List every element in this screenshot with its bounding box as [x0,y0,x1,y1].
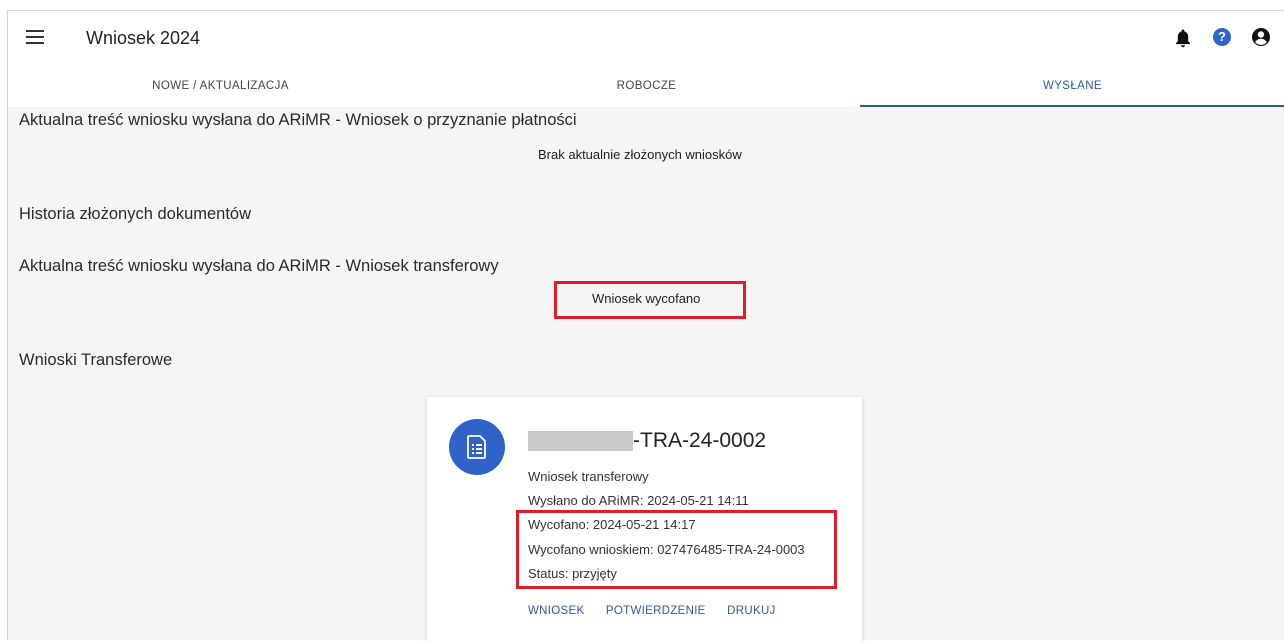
application-type: Wniosek transferowy [528,469,649,484]
application-card: -TRA-24-0002 Wniosek transferowy Wysłano… [427,397,862,642]
help-icon[interactable]: ? [1213,28,1231,46]
status-text: Status: przyjęty [528,566,617,581]
withdrawn-date: Wycofano: 2024-05-21 14:17 [528,517,696,532]
redacted-block [528,431,633,451]
app-title: Wniosek 2024 [86,28,201,48]
wniosek-button[interactable]: WNIOSEK [528,605,584,617]
drukuj-button[interactable]: DRUKUJ [727,605,775,617]
withdrawn-text: Wniosek wycofano [592,291,701,306]
tab-robocze[interactable]: ROBOCZE [434,71,859,105]
account-icon[interactable] [1251,27,1271,47]
top-bar: Wniosek 2024 ? [8,11,1284,67]
potwierdzenie-button[interactable]: POTWIERDZENIE [606,605,706,617]
withdrawn-by: Wycofano wnioskiem: 027476485-TRA-24-000… [528,542,805,557]
history-heading: Historia złożonych dokumentów [19,205,252,223]
tab-nowe-aktualizacja[interactable]: NOWE / AKTUALIZACJA [8,71,433,105]
no-applications-text: Brak aktualnie złożonych wniosków [538,147,742,162]
bell-icon[interactable] [1174,28,1192,48]
app-window: Wniosek 2024 ? NOWE / AKTUALIZACJA ROBOC… [7,10,1284,642]
document-icon [449,419,505,475]
transfer-list-heading: Wnioski Transferowe [19,351,173,369]
tab-wyslane[interactable]: WYSŁANE [860,71,1284,107]
menu-icon[interactable] [26,30,44,44]
card-actions: WNIOSEK POTWIERDZENIE DRUKUJ [528,605,794,617]
sent-date: Wysłano do ARiMR: 2024-05-21 14:11 [528,493,749,508]
current-transfer-heading: Aktualna treść wniosku wysłana do ARiMR … [19,257,499,275]
current-payment-heading: Aktualna treść wniosku wysłana do ARiMR … [19,111,577,129]
application-number: -TRA-24-0002 [633,429,767,452]
main-content: Aktualna treść wniosku wysłana do ARiMR … [8,107,1284,642]
tab-bar: NOWE / AKTUALIZACJA ROBOCZE WYSŁANE [8,71,1284,107]
